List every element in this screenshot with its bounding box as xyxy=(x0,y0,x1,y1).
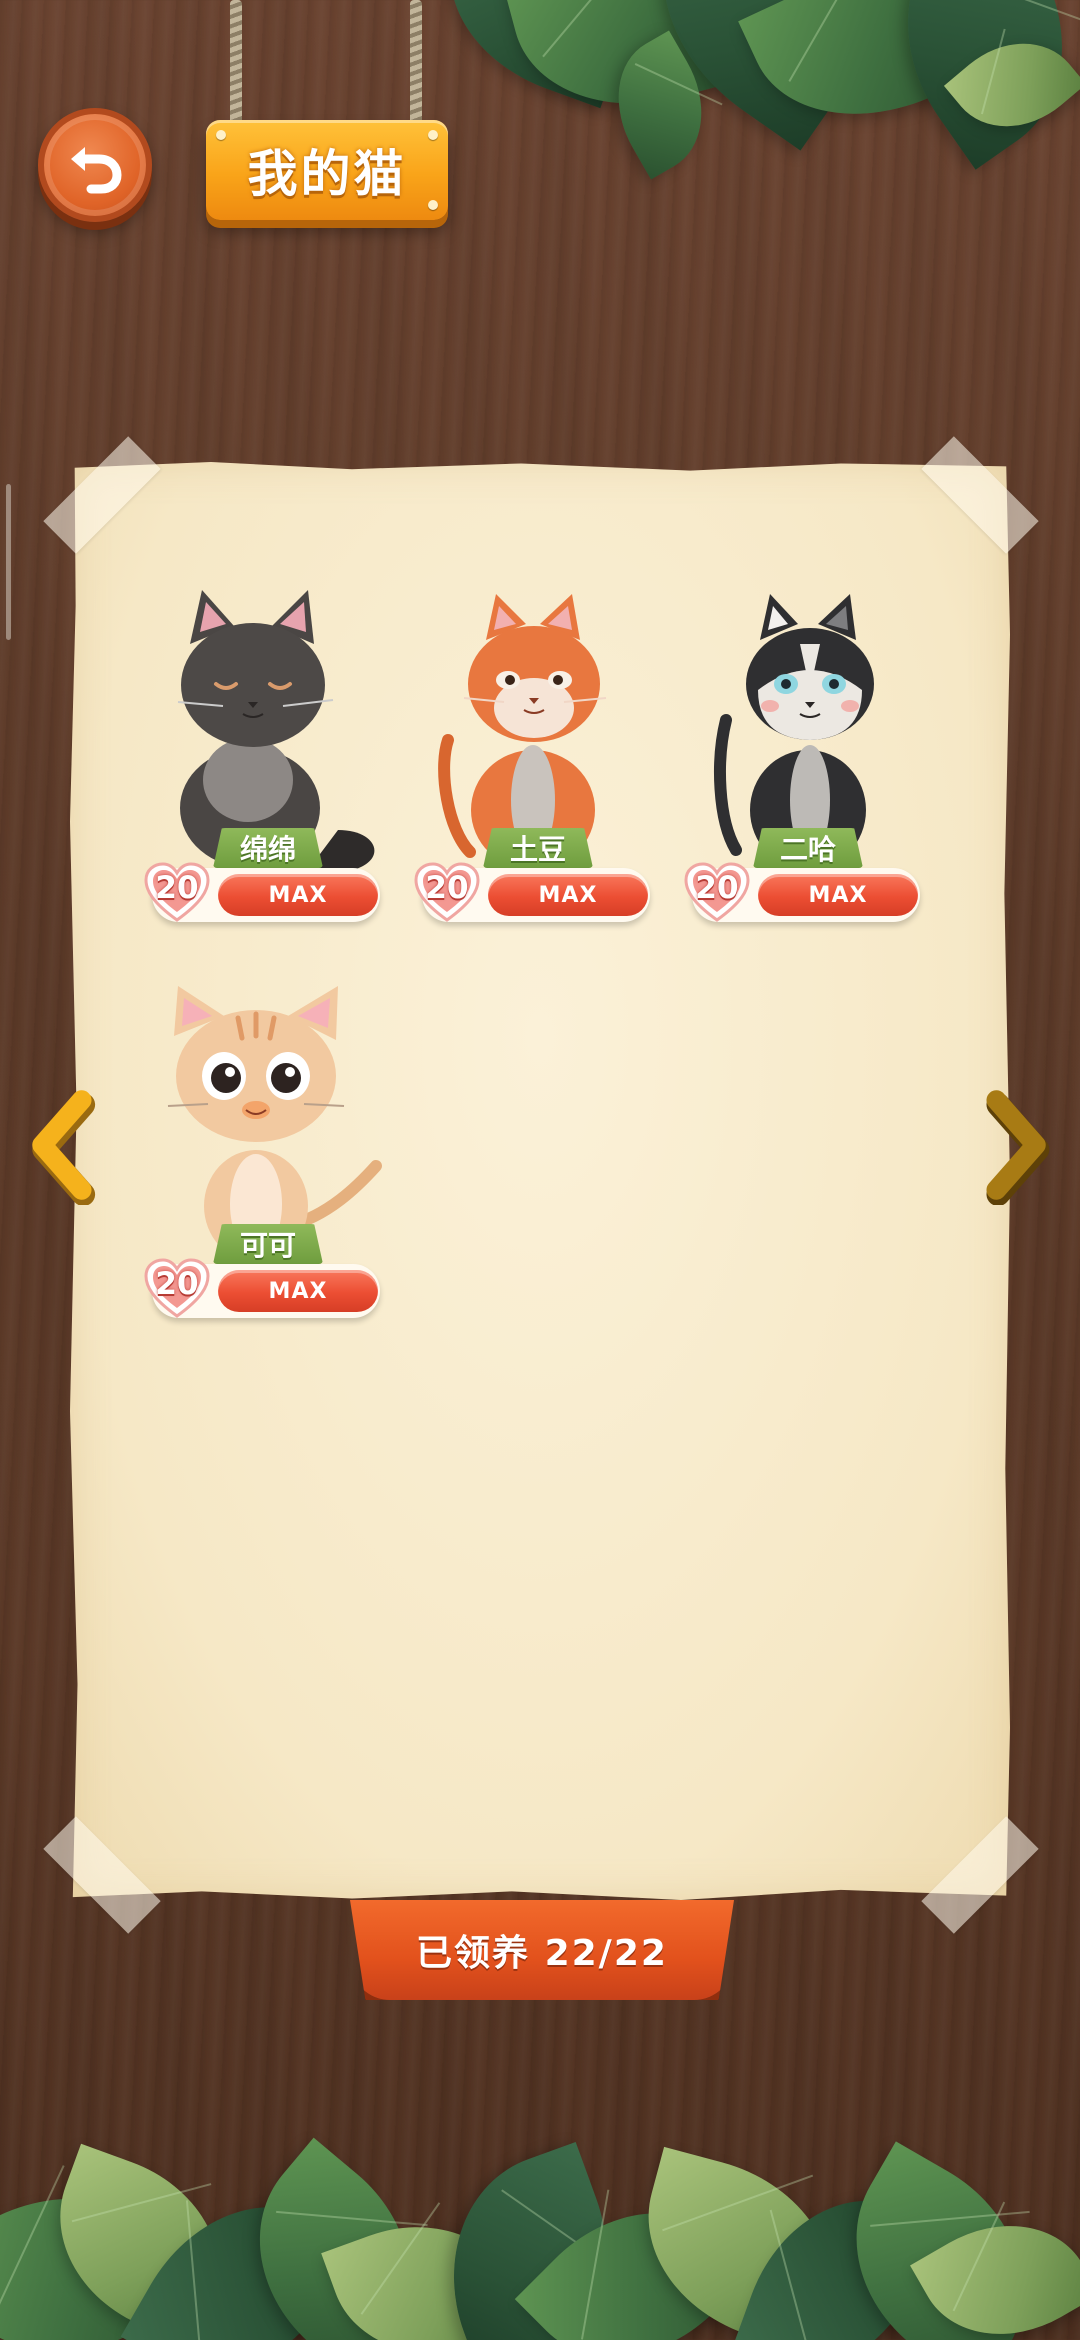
cat-name-tag: 可可 xyxy=(213,1224,323,1264)
cat-name-tag: 土豆 xyxy=(483,828,593,868)
cat-portrait xyxy=(167,986,382,1262)
cat-level: 20 xyxy=(155,870,199,906)
heart-icon: 20 xyxy=(684,862,750,924)
cat-level-bar: 20 MAX xyxy=(144,862,380,922)
cat-portrait xyxy=(177,590,375,870)
undo-arrow-icon xyxy=(71,147,122,194)
scroll-indicator xyxy=(6,484,11,640)
cat-level-bar: 20 MAX xyxy=(144,1258,380,1318)
cat-name-tag: 二哈 xyxy=(753,828,863,868)
heart-icon: 20 xyxy=(144,1258,210,1320)
cat-level: 20 xyxy=(695,870,739,906)
heart-icon: 20 xyxy=(414,862,480,924)
hanging-rope-left xyxy=(230,0,242,128)
cat-name-tag: 绵绵 xyxy=(213,828,323,868)
cat-level-bar: 20 MAX xyxy=(684,862,920,922)
cat-card-mianmian[interactable]: 绵绵 20 MAX xyxy=(138,580,388,950)
back-button[interactable] xyxy=(38,108,152,222)
hanging-rope-right xyxy=(410,0,422,128)
max-level-badge: MAX xyxy=(218,1270,378,1312)
cat-portrait xyxy=(438,594,607,870)
cat-level: 20 xyxy=(155,1266,199,1302)
max-level-badge: MAX xyxy=(218,874,378,916)
cat-card-erha[interactable]: 二哈 20 MAX xyxy=(678,580,928,950)
cat-portrait xyxy=(714,594,874,870)
cat-card-tudou[interactable]: 土豆 20 MAX xyxy=(408,580,658,950)
adopted-count-label: 已领养 22/22 xyxy=(416,1933,668,1974)
cat-level-bar: 20 MAX xyxy=(414,862,650,922)
max-level-badge: MAX xyxy=(488,874,648,916)
max-level-badge: MAX xyxy=(758,874,918,916)
adopted-count-tab: 已领养 22/22 xyxy=(350,1900,734,2000)
page-title: 我的猫 xyxy=(247,145,407,203)
chevron-right-icon xyxy=(986,1090,1050,1205)
cat-level: 20 xyxy=(425,870,469,906)
cat-card-keke[interactable]: 可可 20 MAX xyxy=(138,976,388,1346)
previous-page-button[interactable] xyxy=(26,1090,96,1205)
heart-icon: 20 xyxy=(144,862,210,924)
chevron-left-icon xyxy=(32,1090,96,1205)
title-plank: 我的猫 xyxy=(206,120,448,220)
next-page-button[interactable] xyxy=(982,1090,1052,1205)
